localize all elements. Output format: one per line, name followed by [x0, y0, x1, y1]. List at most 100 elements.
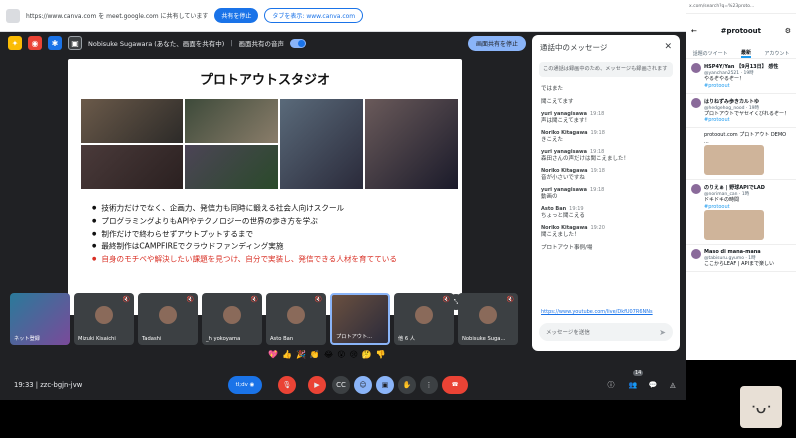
- chat-icon[interactable]: 💬: [644, 376, 662, 394]
- captions-toggle[interactable]: tl;dv ◉: [228, 376, 262, 394]
- camera-off-icon[interactable]: ▶: [308, 376, 326, 394]
- muted-icon: 🔇: [506, 296, 514, 303]
- participant-tile[interactable]: 🔇 Mizuki Kisaichi: [74, 293, 134, 345]
- clap-reaction[interactable]: 👏: [310, 350, 320, 364]
- participant-tile[interactable]: プロトアウト...: [330, 293, 390, 345]
- screen-share-bar: https://www.canva.com を meet.google.com …: [0, 0, 686, 32]
- settings-icon[interactable]: ⚙: [785, 27, 791, 35]
- laugh-reaction[interactable]: 😂: [324, 350, 333, 364]
- chat-message-text: 森田さんの声だけは聞こえました！: [541, 156, 630, 162]
- x-search-window: x.com/search?q=%23proto... ← #protoout ⚙…: [686, 0, 796, 360]
- channel-logo: ᐧᴗᐧ: [740, 386, 782, 428]
- tweet[interactable]: はりねずみ歩きカルトゆ @hedgehog_nood · 19時 プロトアウトでヤセ…: [686, 94, 796, 128]
- tweet[interactable]: のりえぁ | 野球APIでLAD @noriman_can · 1時 ドキドキの時間…: [686, 180, 796, 245]
- people-icon[interactable]: 👥: [624, 376, 642, 394]
- chat-time: 19:18: [589, 111, 605, 117]
- avatar: [691, 63, 701, 73]
- participant-name: 他 6 人: [398, 336, 415, 342]
- avatar: [691, 97, 701, 108]
- chat-message: Noriko Kitagawa 19:18 きこえた: [541, 130, 671, 144]
- switch-tab-button[interactable]: タブを表示: www.canva.com: [264, 8, 364, 23]
- chat-message-text: 動画の: [541, 194, 558, 200]
- slide-photo-collage: [81, 99, 458, 189]
- tweet-handle: @hedgehog_nood · 19時: [704, 105, 760, 111]
- send-icon[interactable]: ➤: [659, 328, 666, 337]
- chat-time: 19:18: [590, 168, 605, 174]
- participant-tile[interactable]: 🔇 Asto Ban: [266, 293, 326, 345]
- chat-message: Noriko Kitagawa 19:18 音が小さいですね: [541, 168, 671, 182]
- x-tabs: 話題のツイート 最新 アカウント: [686, 48, 796, 59]
- participant-tile[interactable]: 🔇 Tadashi: [138, 293, 198, 345]
- info-icon[interactable]: ⓘ: [602, 376, 620, 394]
- emoji-icon[interactable]: ☺: [354, 376, 372, 394]
- in-call-messages-panel: 通話中のメッセージ ✕ この通話は録画中のため、メッセージも録画されます ではま…: [532, 35, 680, 351]
- participant-name: Tadashi: [142, 336, 162, 342]
- tweet-hashtag[interactable]: #protoout: [704, 83, 791, 89]
- chat-message: yuri yanagisawa 19:18 声は聞こえてます！: [541, 111, 671, 125]
- leave-call-icon[interactable]: ☎: [442, 376, 468, 394]
- thumbs-down-reaction[interactable]: 👎: [376, 350, 386, 364]
- back-arrow-icon[interactable]: ←: [691, 27, 697, 35]
- tweet-text: protoout.com プロトアウト DEMO ...: [704, 132, 787, 145]
- slide-bullets: 技術力だけでなく、企画力、発信力も同時に鍛える社会人向けスクールプログラミングよ…: [92, 202, 452, 266]
- avatar: [691, 184, 701, 194]
- chat-message: 聞こえてます: [541, 98, 671, 106]
- x-tab[interactable]: アカウント: [764, 50, 789, 57]
- participant-tile[interactable]: 🔇 _h yokoyama: [202, 293, 262, 345]
- slide-photo: [81, 99, 184, 143]
- participant-name: Mizuki Kisaichi: [78, 336, 116, 342]
- thinking-reaction[interactable]: 🤔: [362, 350, 372, 364]
- thumbs-up-reaction[interactable]: 👍: [282, 350, 292, 364]
- tweet[interactable]: Maso di mana-mana @tabisuru.gyumo · 1時 ここか…: [686, 245, 796, 272]
- muted-icon: 🔇: [186, 296, 194, 303]
- tweet-author: はりねずみ歩きカルトゆ: [704, 98, 760, 105]
- present-screen-icon: ▣: [68, 36, 82, 50]
- mic-off-icon[interactable]: 🎙: [278, 376, 296, 394]
- chat-time: 19:20: [590, 225, 605, 231]
- stop-sharing-button[interactable]: 共有を停止: [214, 8, 259, 23]
- chat-input[interactable]: メッセージを送信 ➤: [539, 323, 673, 341]
- tweet-image[interactable]: [704, 209, 764, 240]
- surprised-reaction[interactable]: 😮: [337, 350, 345, 364]
- effects-icon[interactable]: ✱: [48, 36, 62, 50]
- shared-slide: プロトアウトスタジオ 技術力だけでなく、企画力、発信力も同時に鍛える社会人向けス…: [68, 59, 462, 315]
- chat-message-text: ではまた: [541, 86, 564, 92]
- slide-photo: [81, 145, 184, 189]
- stop-presenting-button[interactable]: 画面共有を停止: [467, 36, 526, 51]
- close-icon[interactable]: ✕: [664, 42, 672, 52]
- tweet[interactable]: protoout.com プロトアウト DEMO ...: [686, 128, 796, 180]
- participant-tile[interactable]: 🔇 Nobisuke Suga...: [458, 293, 518, 345]
- tweet-hashtag[interactable]: #protoout: [704, 204, 791, 210]
- x-url-bar[interactable]: x.com/search?q=%23proto...: [686, 0, 796, 14]
- heart-reaction[interactable]: 💖: [268, 350, 278, 364]
- share-audio-toggle[interactable]: [290, 38, 307, 48]
- raise-hand-icon[interactable]: ✋: [398, 376, 416, 394]
- captions-icon[interactable]: CC: [332, 376, 350, 394]
- more-options-icon[interactable]: ⋮: [420, 376, 438, 394]
- avatar: [287, 306, 305, 324]
- x-tab[interactable]: 話題のツイート: [693, 50, 728, 57]
- muted-icon: 🔇: [442, 296, 450, 303]
- sad-reaction[interactable]: 😢: [350, 350, 358, 364]
- chat-message-text: 聞こえました！: [541, 232, 580, 238]
- tweet-author: HSP4Y/Yan 【9月13日】 感性: [704, 64, 779, 70]
- muted-icon: 🔇: [314, 296, 322, 303]
- tweet[interactable]: HSP4Y/Yan 【9月13日】 感性 @yanchan2521 · 19時 やる…: [686, 59, 796, 94]
- tweet-handle: @tabisuru.gyumo · 1時: [704, 255, 756, 261]
- chat-link[interactable]: https://www.youtube.com/live/DkfU07R6NNs: [541, 309, 653, 315]
- lightbulb-icon[interactable]: ✦: [8, 36, 22, 50]
- present-icon[interactable]: ▣: [376, 376, 394, 394]
- party-reaction[interactable]: 🎉: [296, 350, 306, 364]
- avatar: [95, 306, 113, 324]
- chat-time: 19:18: [590, 130, 605, 136]
- tweet-image[interactable]: [704, 145, 764, 175]
- participant-name: Asto Ban: [270, 336, 294, 342]
- participant-tile[interactable]: 🔇 他 6 人: [394, 293, 454, 345]
- slide-bullet: 最終制作はCAMPFIREでクラウドファンディング実施: [92, 240, 452, 253]
- chat-message-text: プロトアウト事例/場: [541, 245, 593, 251]
- activities-icon[interactable]: ◬: [664, 376, 682, 394]
- record-icon[interactable]: ◉: [28, 36, 42, 50]
- x-tab[interactable]: 最新: [740, 49, 751, 58]
- tweet-hashtag[interactable]: #protoout: [704, 117, 791, 123]
- participant-tile[interactable]: ネット登録: [10, 293, 70, 345]
